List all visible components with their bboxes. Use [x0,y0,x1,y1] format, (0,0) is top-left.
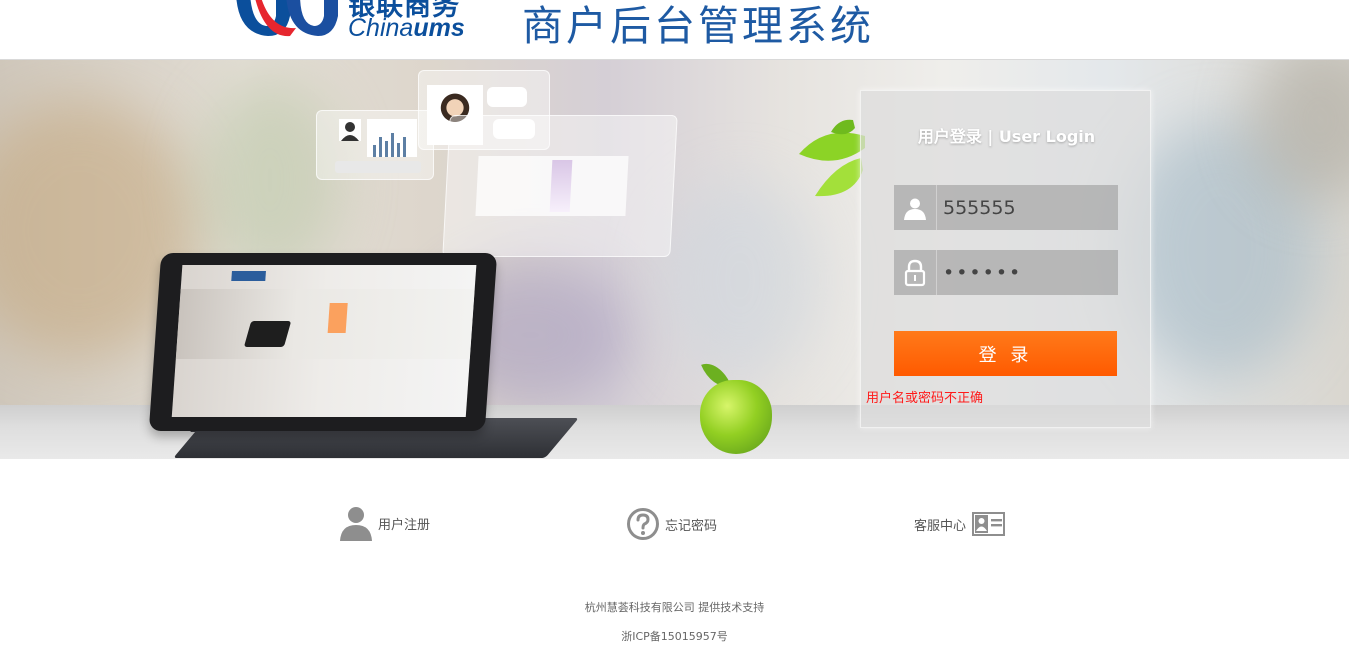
password-field [894,250,1118,295]
chat-bubble [487,87,527,107]
footer-support: 杭州慧荟科技有限公司 提供技术支持 [584,601,765,614]
floating-player-card [316,110,434,180]
question-icon [626,507,660,541]
mini-bar [385,141,388,157]
register-label: 用户注册 [378,517,431,533]
password-input[interactable] [938,250,1118,295]
mini-bar [373,145,376,157]
tablet-device [148,253,498,431]
presenter [549,160,573,212]
user-icon [894,185,937,230]
chinaums-logo-mark [236,0,338,37]
tablet-screen [171,265,477,417]
login-panel: 用户登录 | User Login 登 录 用户名或密码不正确 [860,90,1151,428]
lock-icon [894,250,937,295]
logo: 银联商务 Chinaums [230,0,480,42]
system-title: 商户后台管理系统 [522,2,874,50]
logo-english-text: Chinaums [348,14,465,43]
bg-blur [660,180,820,380]
login-error-message: 用户名或密码不正确 [866,391,984,406]
mini-bar [403,137,406,157]
register-link[interactable]: 用户注册 [339,505,430,541]
username-field [894,185,1118,230]
screen-accent [327,303,348,333]
customer-service-label: 客服中心 [914,518,967,534]
green-apple [700,380,772,454]
mini-chart [367,119,417,157]
quick-links: 用户注册 忘记密码 客服中心 [0,505,1349,545]
forgot-password-label: 忘记密码 [665,518,718,534]
forgot-password-link[interactable]: 忘记密码 [626,507,717,541]
login-button[interactable]: 登 录 [894,331,1117,376]
header: 银联商务 Chinaums 商户后台管理系统 [0,0,1349,60]
player-controls [335,161,421,173]
screen-banner [175,289,475,359]
floating-presentation-card [442,115,678,257]
avatar [339,119,361,141]
logo-en-bold: ums [413,14,465,42]
id-card-icon [972,512,1006,536]
screen-mini-tablet [243,321,292,347]
screen-logo [231,271,266,281]
login-title: 用户登录 | User Login [917,127,1096,146]
footer-icp: 浙ICP备15015957号 [621,630,728,643]
leaves-decoration [799,119,865,197]
mini-bar [379,137,382,157]
mini-bar [397,143,400,157]
register-user-icon [339,505,373,541]
customer-service-link[interactable]: 客服中心 [914,512,1006,536]
mini-bar [391,133,394,157]
username-input[interactable] [938,185,1118,230]
logo-en-light: China [348,14,414,42]
